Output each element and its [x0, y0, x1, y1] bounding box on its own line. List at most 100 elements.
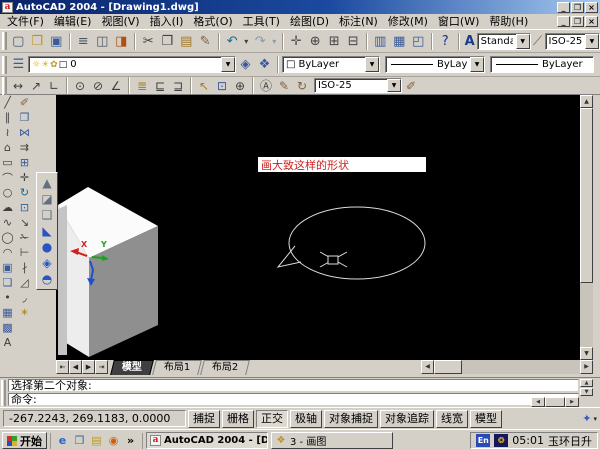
scroll-thumb[interactable] [545, 397, 565, 407]
tolerance-icon[interactable]: ⊡ [213, 78, 231, 94]
dim-text-edit-icon[interactable]: ✎ [275, 78, 293, 94]
combo-dropdown-icon[interactable]: ▼ [221, 57, 235, 72]
combo-dropdown-icon[interactable]: ▼ [470, 57, 484, 72]
minimize-button[interactable]: _ [557, 2, 570, 13]
trim-icon[interactable]: ✁ [17, 230, 32, 245]
toolbar-grip[interactable] [2, 56, 7, 74]
dim-style-apply-icon[interactable]: ✐ [402, 78, 420, 94]
ordinate-dim-icon[interactable]: ∟ [45, 78, 63, 94]
move-icon[interactable]: ✛ [17, 170, 32, 185]
scroll-right-icon[interactable]: ▶ [565, 397, 579, 407]
vertical-scroll-thumb[interactable] [580, 108, 593, 283]
command-horizontal-scrollbar[interactable]: ◀ ▶ [531, 397, 579, 407]
scroll-down-icon[interactable]: ▼ [580, 347, 593, 360]
tab-model[interactable]: 模型 [110, 360, 154, 375]
make-block-icon[interactable]: ❏ [0, 275, 15, 290]
print-preview-icon[interactable]: ◫ [93, 32, 112, 51]
media-player-icon[interactable]: ◉ [106, 434, 121, 447]
menu-tools[interactable]: 工具(T) [238, 14, 285, 29]
circle-icon[interactable]: ○ [0, 185, 15, 200]
layer-color-swatch[interactable]: □ [59, 60, 68, 70]
pan-icon[interactable]: ✛ [287, 32, 306, 51]
status-menu-arrow-icon[interactable]: ▾ [593, 415, 597, 423]
tab-first-button[interactable]: ⇤ [56, 360, 69, 374]
close-button[interactable]: × [585, 2, 598, 13]
start-button[interactable]: 开始 [2, 432, 47, 449]
continue-dim-icon[interactable]: ⊒ [169, 78, 187, 94]
dim-update-icon[interactable]: ↻ [293, 78, 311, 94]
zoom-previous-icon[interactable]: ⊟ [344, 32, 363, 51]
layer-previous-icon[interactable]: ❖ [255, 55, 274, 74]
mirror-icon[interactable]: ⋈ [17, 125, 32, 140]
scroll-left-icon[interactable]: ◀ [421, 360, 434, 374]
grid-button[interactable]: 栅格 [222, 410, 254, 428]
menu-format[interactable]: 格式(O) [188, 14, 237, 29]
coordinate-display[interactable]: -267.2243, 269.1183, 0.0000 [3, 410, 186, 427]
redo-dropdown-icon[interactable]: ▾ [270, 32, 279, 51]
tab-next-button[interactable]: ▶ [82, 360, 95, 374]
otrack-button[interactable]: 对象追踪 [380, 410, 434, 428]
polyline-icon[interactable]: ≀ [0, 125, 15, 140]
lineweight-combo[interactable]: ByLayer [490, 56, 594, 73]
zoom-realtime-icon[interactable]: ⊕ [306, 32, 325, 51]
scroll-left-icon[interactable]: ◀ [531, 397, 545, 407]
match-properties-icon[interactable]: ✎ [196, 32, 215, 51]
chevron-icon[interactable]: » [123, 434, 138, 447]
snap-button[interactable]: 捕捉 [188, 410, 220, 428]
quick-dim-icon[interactable]: ≣ [133, 78, 151, 94]
save-icon[interactable]: ▣ [47, 32, 66, 51]
wedge-icon[interactable]: ◣ [38, 223, 56, 239]
ellipse-arc-icon[interactable]: ◠ [0, 245, 15, 260]
model-button[interactable]: 模型 [470, 410, 502, 428]
polar-button[interactable]: 极轴 [290, 410, 322, 428]
toolbar-grip[interactable] [2, 32, 7, 50]
layer-manager-icon[interactable]: ☰ [9, 55, 28, 74]
diameter-dim-icon[interactable]: ⊘ [89, 78, 107, 94]
extend-icon[interactable]: ⊢ [17, 245, 32, 260]
tool-palettes-icon[interactable]: ◰ [409, 32, 428, 51]
restore-button[interactable]: ❐ [571, 16, 584, 27]
menu-modify[interactable]: 修改(M) [383, 14, 433, 29]
line-icon[interactable]: ╱ [0, 95, 15, 110]
menu-edit[interactable]: 编辑(E) [49, 14, 97, 29]
array-icon[interactable]: ⊞ [17, 155, 32, 170]
arc-icon[interactable]: ⌒ [0, 170, 15, 185]
menu-insert[interactable]: 插入(I) [145, 14, 189, 29]
scroll-up-icon[interactable]: ▲ [580, 95, 593, 108]
undo-dropdown-icon[interactable]: ▾ [242, 32, 251, 51]
linear-dim-icon[interactable]: ↔ [9, 78, 27, 94]
text-style-combo[interactable]: Standard ▼ [477, 33, 531, 50]
layer-lock-icon[interactable]: ✿ [50, 60, 58, 70]
paste-icon[interactable]: ▤ [177, 32, 196, 51]
insert-block-icon[interactable]: ▣ [0, 260, 15, 275]
communication-center-icon[interactable]: ✦ [582, 412, 591, 425]
menu-window[interactable]: 窗口(W) [433, 14, 484, 29]
taskbar-task-paint[interactable]: ❖ 3 - 画图 [271, 432, 393, 449]
command-history-line[interactable]: 选择第二个对象: [8, 379, 579, 392]
rectangle-icon[interactable]: ▭ [0, 155, 15, 170]
box-icon[interactable]: ◈ [38, 255, 56, 271]
help-icon[interactable]: ? [436, 32, 455, 51]
layer-combo[interactable]: ☼☀✿□ 0 ▼ [28, 56, 236, 73]
menu-view[interactable]: 视图(V) [96, 14, 144, 29]
ellipse-icon[interactable]: ◯ [0, 230, 15, 245]
center-mark-icon[interactable]: ⊕ [231, 78, 249, 94]
combo-dropdown-icon[interactable]: ▼ [516, 34, 530, 49]
dome-icon[interactable]: ◓ [38, 271, 56, 287]
3d-surface-icon[interactable]: ❑ [38, 207, 56, 223]
region-icon[interactable]: ▩ [0, 320, 15, 335]
command-scroll-up-icon[interactable]: ▲ [580, 379, 593, 387]
explode-icon[interactable]: ✶ [17, 305, 32, 320]
dim-style-combo[interactable]: ISO-25 ▼ [545, 33, 600, 50]
ortho-button[interactable]: 正交 [256, 410, 288, 428]
ie-icon[interactable]: e [55, 434, 70, 447]
command-scroll-down-icon[interactable]: ▼ [580, 388, 593, 396]
redo-icon[interactable]: ↷ [251, 32, 270, 51]
menu-dimension[interactable]: 标注(N) [334, 14, 383, 29]
make-layer-current-icon[interactable]: ◈ [236, 55, 255, 74]
designcenter-icon[interactable]: ▦ [390, 32, 409, 51]
tab-prev-button[interactable]: ◀ [69, 360, 82, 374]
sphere-icon[interactable]: ● [38, 239, 56, 255]
combo-dropdown-icon[interactable]: ▼ [585, 34, 599, 49]
tray-notification-icon[interactable]: ❂ [494, 434, 508, 447]
